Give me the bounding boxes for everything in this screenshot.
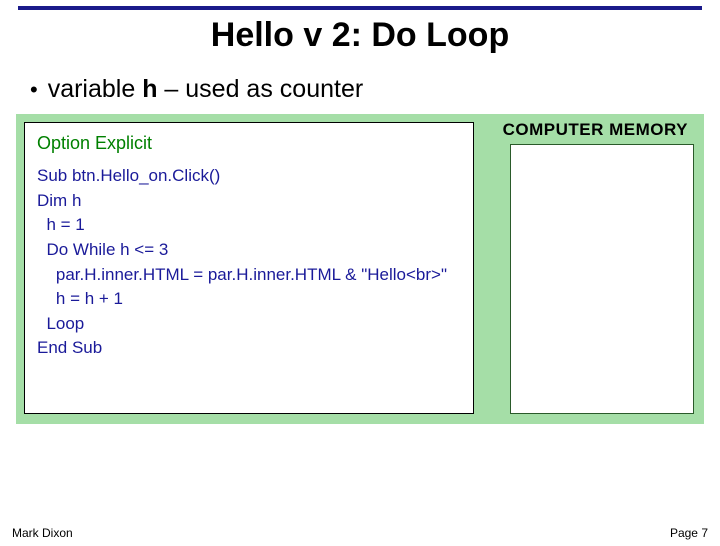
slide-footer: Mark Dixon Page 7 (12, 526, 708, 540)
bullet-text: variable h – used as counter (48, 75, 363, 104)
diagram-panel: Option Explicit Sub btn.Hello_on.Click()… (16, 114, 704, 424)
footer-author: Mark Dixon (12, 526, 73, 540)
title-divider (18, 6, 702, 10)
code-box: Option Explicit Sub btn.Hello_on.Click()… (24, 122, 474, 414)
bullet-item: • variable h – used as counter (30, 75, 720, 104)
slide-title: Hello v 2: Do Loop (0, 16, 720, 55)
memory-box (510, 144, 694, 414)
bullet-variable: h (142, 75, 157, 103)
code-option-explicit: Option Explicit (37, 133, 461, 154)
code-line: h = h + 1 (37, 287, 461, 312)
code-line: h = 1 (37, 213, 461, 238)
memory-label: COMPUTER MEMORY (503, 120, 688, 140)
code-line: Loop (37, 312, 461, 337)
code-line: Sub btn.Hello_on.Click() (37, 164, 461, 189)
code-line: Dim h (37, 189, 461, 214)
code-line: Do While h <= 3 (37, 238, 461, 263)
bullet-prefix: variable (48, 75, 143, 103)
bullet-marker-icon: • (30, 79, 38, 101)
code-line: par.H.inner.HTML = par.H.inner.HTML & "H… (37, 263, 461, 288)
bullet-suffix: – used as counter (157, 75, 363, 103)
footer-page: Page 7 (670, 526, 708, 540)
bullet-list: • variable h – used as counter (30, 75, 720, 104)
code-line: End Sub (37, 336, 461, 361)
